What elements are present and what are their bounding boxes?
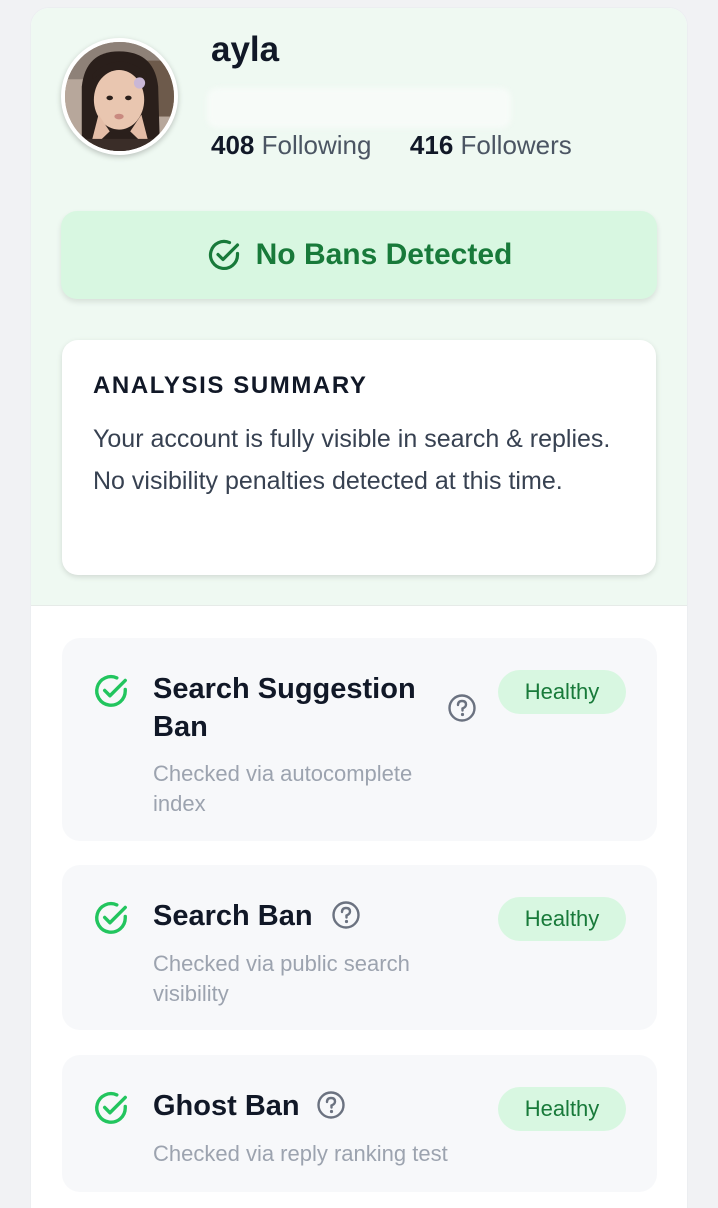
check-circle-icon	[208, 239, 239, 271]
check-subtitle-line1: Checked via autocomplete	[153, 761, 413, 786]
profile-header-section: ayla 408 Following 416 Followers No Bans…	[31, 8, 687, 606]
profile-card: ayla 408 Following 416 Followers No Bans…	[31, 8, 687, 1208]
check-item-ghost-ban[interactable]: Ghost Ban Healthy Checked via reply rank…	[62, 1055, 657, 1192]
check-subtitle-line1: Checked via public search	[153, 951, 410, 976]
username: ayla	[211, 30, 280, 69]
follow-stats: 408 Following 416 Followers	[211, 130, 572, 161]
summary-body: Your account is fully visible in search …	[93, 425, 611, 495]
check-circle-icon	[95, 1091, 127, 1124]
check-item-search-suggestion-ban[interactable]: Search Suggestion Ban Healthy Checked vi…	[62, 638, 657, 841]
followers-label[interactable]: Followers	[461, 130, 572, 160]
help-icon[interactable]	[316, 1090, 346, 1120]
check-item-search-ban[interactable]: Search Ban Healthy Checked via public se…	[62, 865, 657, 1030]
check-subtitle-line2: visibility	[153, 981, 229, 1006]
summary-heading: ANALYSIS SUMMARY	[93, 372, 368, 399]
check-subtitle: Checked via reply ranking test	[153, 1141, 448, 1166]
redacted-handle	[207, 88, 511, 128]
analysis-summary-card: ANALYSIS SUMMARY Your account is fully v…	[62, 340, 656, 575]
following-label[interactable]: Following	[262, 130, 372, 160]
check-title: Ghost Ban	[153, 1090, 300, 1122]
check-circle-icon	[95, 674, 127, 707]
help-icon[interactable]	[447, 693, 477, 723]
status-text: No Bans Detected	[255, 238, 513, 271]
status-banner: No Bans Detected	[61, 211, 657, 299]
help-icon[interactable]	[331, 900, 361, 930]
check-title-line2: Ban	[153, 711, 208, 743]
following-count[interactable]: 408	[211, 130, 254, 160]
status-badge: Healthy	[498, 897, 626, 941]
check-circle-icon	[95, 901, 127, 934]
status-badge: Healthy	[498, 670, 626, 714]
avatar-photo	[65, 42, 174, 151]
check-subtitle-line2: index	[153, 791, 206, 816]
status-badge: Healthy	[498, 1087, 626, 1131]
avatar[interactable]	[61, 38, 178, 155]
check-title: Search Ban	[153, 900, 313, 932]
check-title-line1: Search Suggestion	[153, 673, 416, 705]
followers-count[interactable]: 416	[410, 130, 453, 160]
